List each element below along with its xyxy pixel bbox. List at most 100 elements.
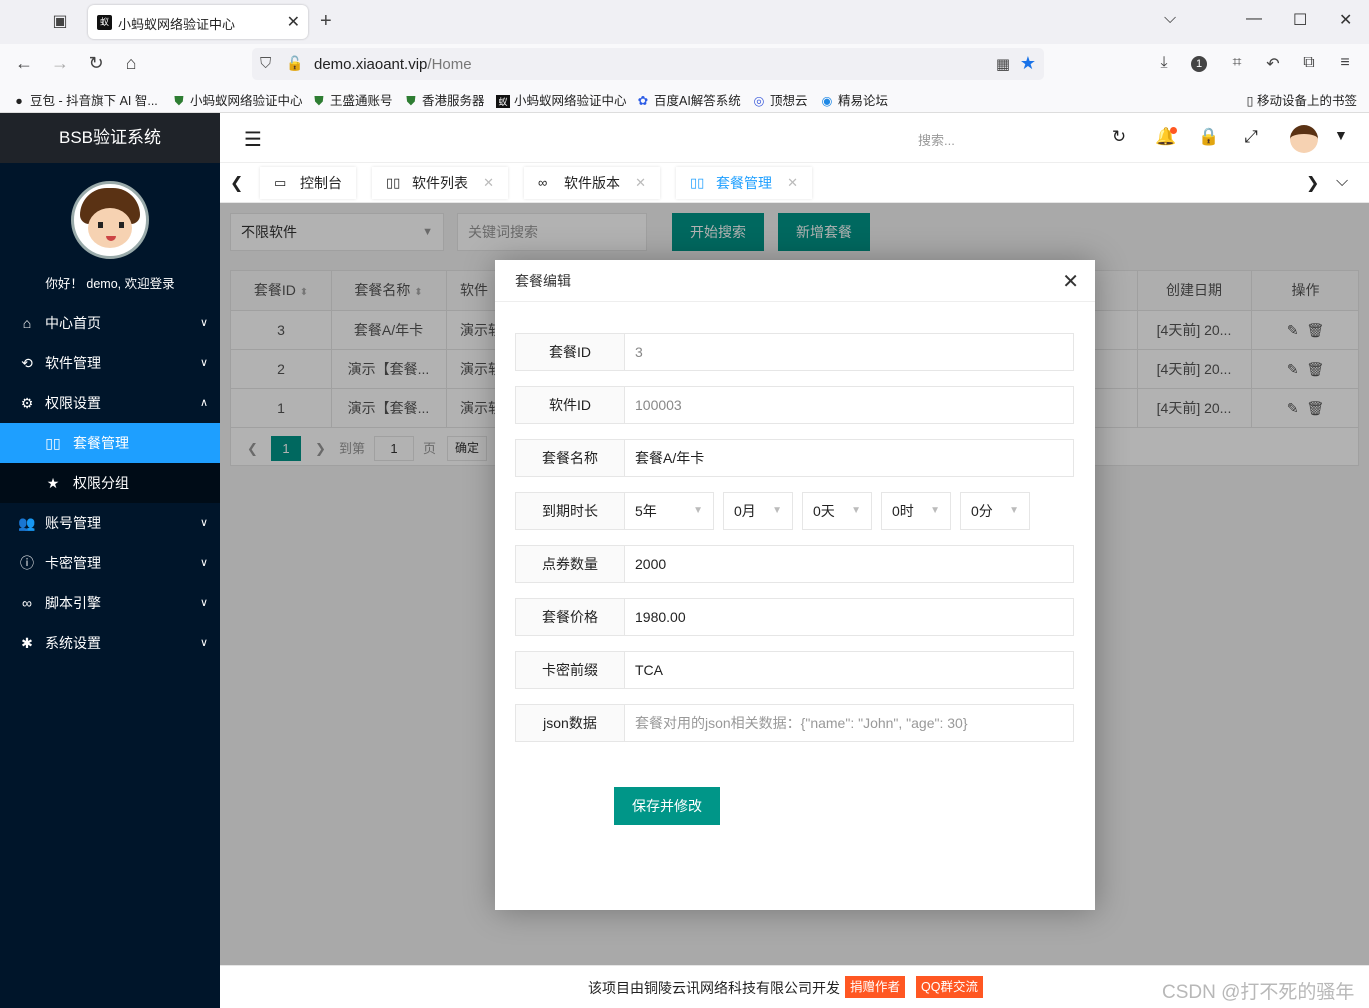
mobile-bookmarks[interactable]: ▯ 移动设备上的书签 [1247,90,1357,109]
price-input[interactable]: 1980.00 [624,598,1074,636]
close-icon[interactable]: ✕ [787,167,798,199]
browser-tab[interactable]: 蚁 小蚂蚁网络验证中心 ✕ [88,5,308,39]
insecure-lock-icon[interactable]: 🔓 [286,55,303,72]
package-name-input[interactable]: 套餐A/年卡 [624,439,1074,477]
duration-minute-select[interactable]: 0分 ▼ [960,492,1030,530]
caret-down-icon[interactable]: ▼ [1334,127,1348,143]
tab-software-version[interactable]: ∞ 软件版本 ✕ [524,167,660,199]
package-id-input[interactable]: 3 [624,333,1074,371]
lock-icon[interactable]: 🔒 [1198,127,1220,147]
card-prefix-input[interactable]: TCA [624,651,1074,689]
back-icon[interactable]: ← [13,53,35,74]
menu-toggle-icon[interactable]: ☰ [244,127,262,152]
field-software-id: 软件ID 100003 [515,386,1074,424]
shield-icon[interactable]: ⛉ [260,55,271,72]
tab-software-list[interactable]: ▯▯ 软件列表 ✕ [372,167,508,199]
sidebar-item-accounts[interactable]: 👥 账号管理 ∨ [0,503,220,543]
close-icon[interactable]: ✕ [1062,269,1079,294]
duration-hour-select[interactable]: 0时 ▼ [881,492,951,530]
bookmark-dingxiang[interactable]: ◎ 顶想云 [752,90,808,109]
close-icon[interactable]: ✕ [483,167,494,199]
chevron-down-icon[interactable]: ⌵ [1336,173,1348,191]
sidebar-item-software[interactable]: ⟲ 软件管理 ∨ [0,343,220,383]
minimize-icon[interactable]: — [1246,10,1262,28]
url-text[interactable]: demo.xiaoant.vip/Home [314,56,472,73]
qr-code-icon[interactable]: ▦ [996,55,1010,73]
sidebar-item-packages[interactable]: ▯▯ 套餐管理 [0,423,220,463]
top-header: ☰ 搜索... ↻ 🔔 🔒 ⤢ ▼ [220,113,1369,163]
caret-down-icon: ▼ [851,505,861,516]
home-icon: ⌂ [22,315,32,331]
field-label: 软件ID [515,386,625,424]
window-close-icon[interactable]: ✕ [1339,10,1352,30]
field-label: 卡密前缀 [515,651,625,689]
welcome-text: 你好！ demo, 欢迎登录 [45,277,175,291]
address-bar[interactable]: ⛉ 🔓 demo.xiaoant.vip/Home ▦ ★ [252,48,1044,80]
duration-year-select[interactable]: 5年 ▼ [624,492,714,530]
undo-icon[interactable]: ↶ [1263,54,1283,74]
close-icon[interactable]: ✕ [635,167,646,199]
settings-icon: ⚙ [20,395,34,411]
save-button[interactable]: 保存并修改 [614,787,720,825]
caret-down-icon: ▼ [1009,505,1019,516]
package-edit-modal: 套餐编辑 ✕ 套餐ID 3 软件ID 100003 套餐名称 套餐A/年卡 到期… [495,260,1095,910]
sidebar-item-permission-groups[interactable]: ★ 权限分组 [0,463,220,503]
qq-group-button[interactable]: QQ群交流 [916,976,983,998]
bookmark-baidu-ai[interactable]: ✿ 百度AI解答系统 [636,90,741,109]
header-search[interactable]: 搜索... [918,130,955,149]
download-icon[interactable]: ⤓ [1154,54,1174,72]
shield-icon: ⛊ [174,94,184,108]
crop-icon[interactable]: ⌗ [1227,54,1247,72]
close-icon[interactable]: ✕ [287,12,300,32]
forward-icon[interactable]: → [49,53,71,74]
bookmark-xiaoant-2[interactable]: 蚁小蚂蚁网络验证中心 [496,90,627,109]
json-data-input[interactable]: 套餐对用的json相关数据：{"name": "John", "age": 30… [624,704,1074,742]
notification-count-badge[interactable]: 1 [1191,56,1207,72]
refresh-icon[interactable]: ↻ [1108,127,1130,147]
field-label: 套餐价格 [515,598,625,636]
sidebar-item-scripts[interactable]: ∞ 脚本引擎 ∨ [0,583,220,623]
fullscreen-icon[interactable]: ⤢ [1240,127,1262,147]
sidebar-item-system[interactable]: ✱ 系统设置 ∨ [0,623,220,663]
reload-icon[interactable]: ↻ [85,53,107,74]
browser-tab-title: 小蚂蚁网络验证中心 [118,17,236,32]
home-icon[interactable]: ⌂ [120,53,142,74]
caret-down-icon: ▼ [930,505,940,516]
software-id-input[interactable]: 100003 [624,386,1074,424]
bookmark-hk-server[interactable]: ⛊ 香港服务器 [404,90,484,109]
sidebar-item-permissions[interactable]: ⚙ 权限设置 ∧ [0,383,220,423]
maximize-icon[interactable]: ☐ [1293,10,1307,30]
chevron-down-icon: ∨ [199,557,208,569]
extensions-icon[interactable]: ⧉ [1299,54,1319,72]
avatar[interactable] [1290,125,1318,153]
bookmark-xiaoant[interactable]: ⛊ 小蚂蚁网络验证中心 [172,90,302,109]
donate-button[interactable]: 捐赠作者 [845,976,906,998]
sidebar-item-cards[interactable]: ⓘ 卡密管理 ∨ [0,543,220,583]
points-input[interactable]: 2000 [624,545,1074,583]
baidu-paw-icon: ✿ [637,94,649,108]
field-package-name: 套餐名称 套餐A/年卡 [515,439,1074,477]
sidebar-item-home[interactable]: ⌂ 中心首页 ∨ [0,303,220,343]
bookmark-wangsheng[interactable]: ⛊ 王盛通账号 [312,90,392,109]
tab-package-management[interactable]: ▯▯ 套餐管理 ✕ [676,167,812,199]
field-package-id: 套餐ID 3 [515,333,1074,371]
tab-console[interactable]: ▭ 控制台 [260,167,356,199]
avatar[interactable] [71,181,149,259]
chevron-down-icon: ∨ [199,517,208,529]
field-label: json数据 [515,704,625,742]
new-tab-icon[interactable]: + [320,10,332,33]
software-icon: ⟲ [21,355,33,371]
duration-month-select[interactable]: 0月 ▼ [723,492,793,530]
chevron-right-icon[interactable]: ❯ [1306,173,1319,193]
bookmark-doubao[interactable]: ● 豆包 - 抖音旗下 AI 智... [12,90,158,109]
menu-icon[interactable]: ≡ [1335,54,1355,72]
chevron-down-icon: ∨ [199,317,208,329]
bookmark-star-icon[interactable]: ★ [1020,53,1036,74]
site-favicon-icon: 蚁 [496,95,510,108]
bookmark-jingyi[interactable]: ◉ 精易论坛 [820,90,888,109]
chevron-left-icon[interactable]: ❮ [230,173,243,193]
tab-overview-icon[interactable]: ▣ [50,12,70,32]
field-label: 套餐ID [515,333,625,371]
duration-day-select[interactable]: 0天 ▼ [802,492,872,530]
tab-list-chevron-icon[interactable]: ⌵ [1164,10,1176,28]
